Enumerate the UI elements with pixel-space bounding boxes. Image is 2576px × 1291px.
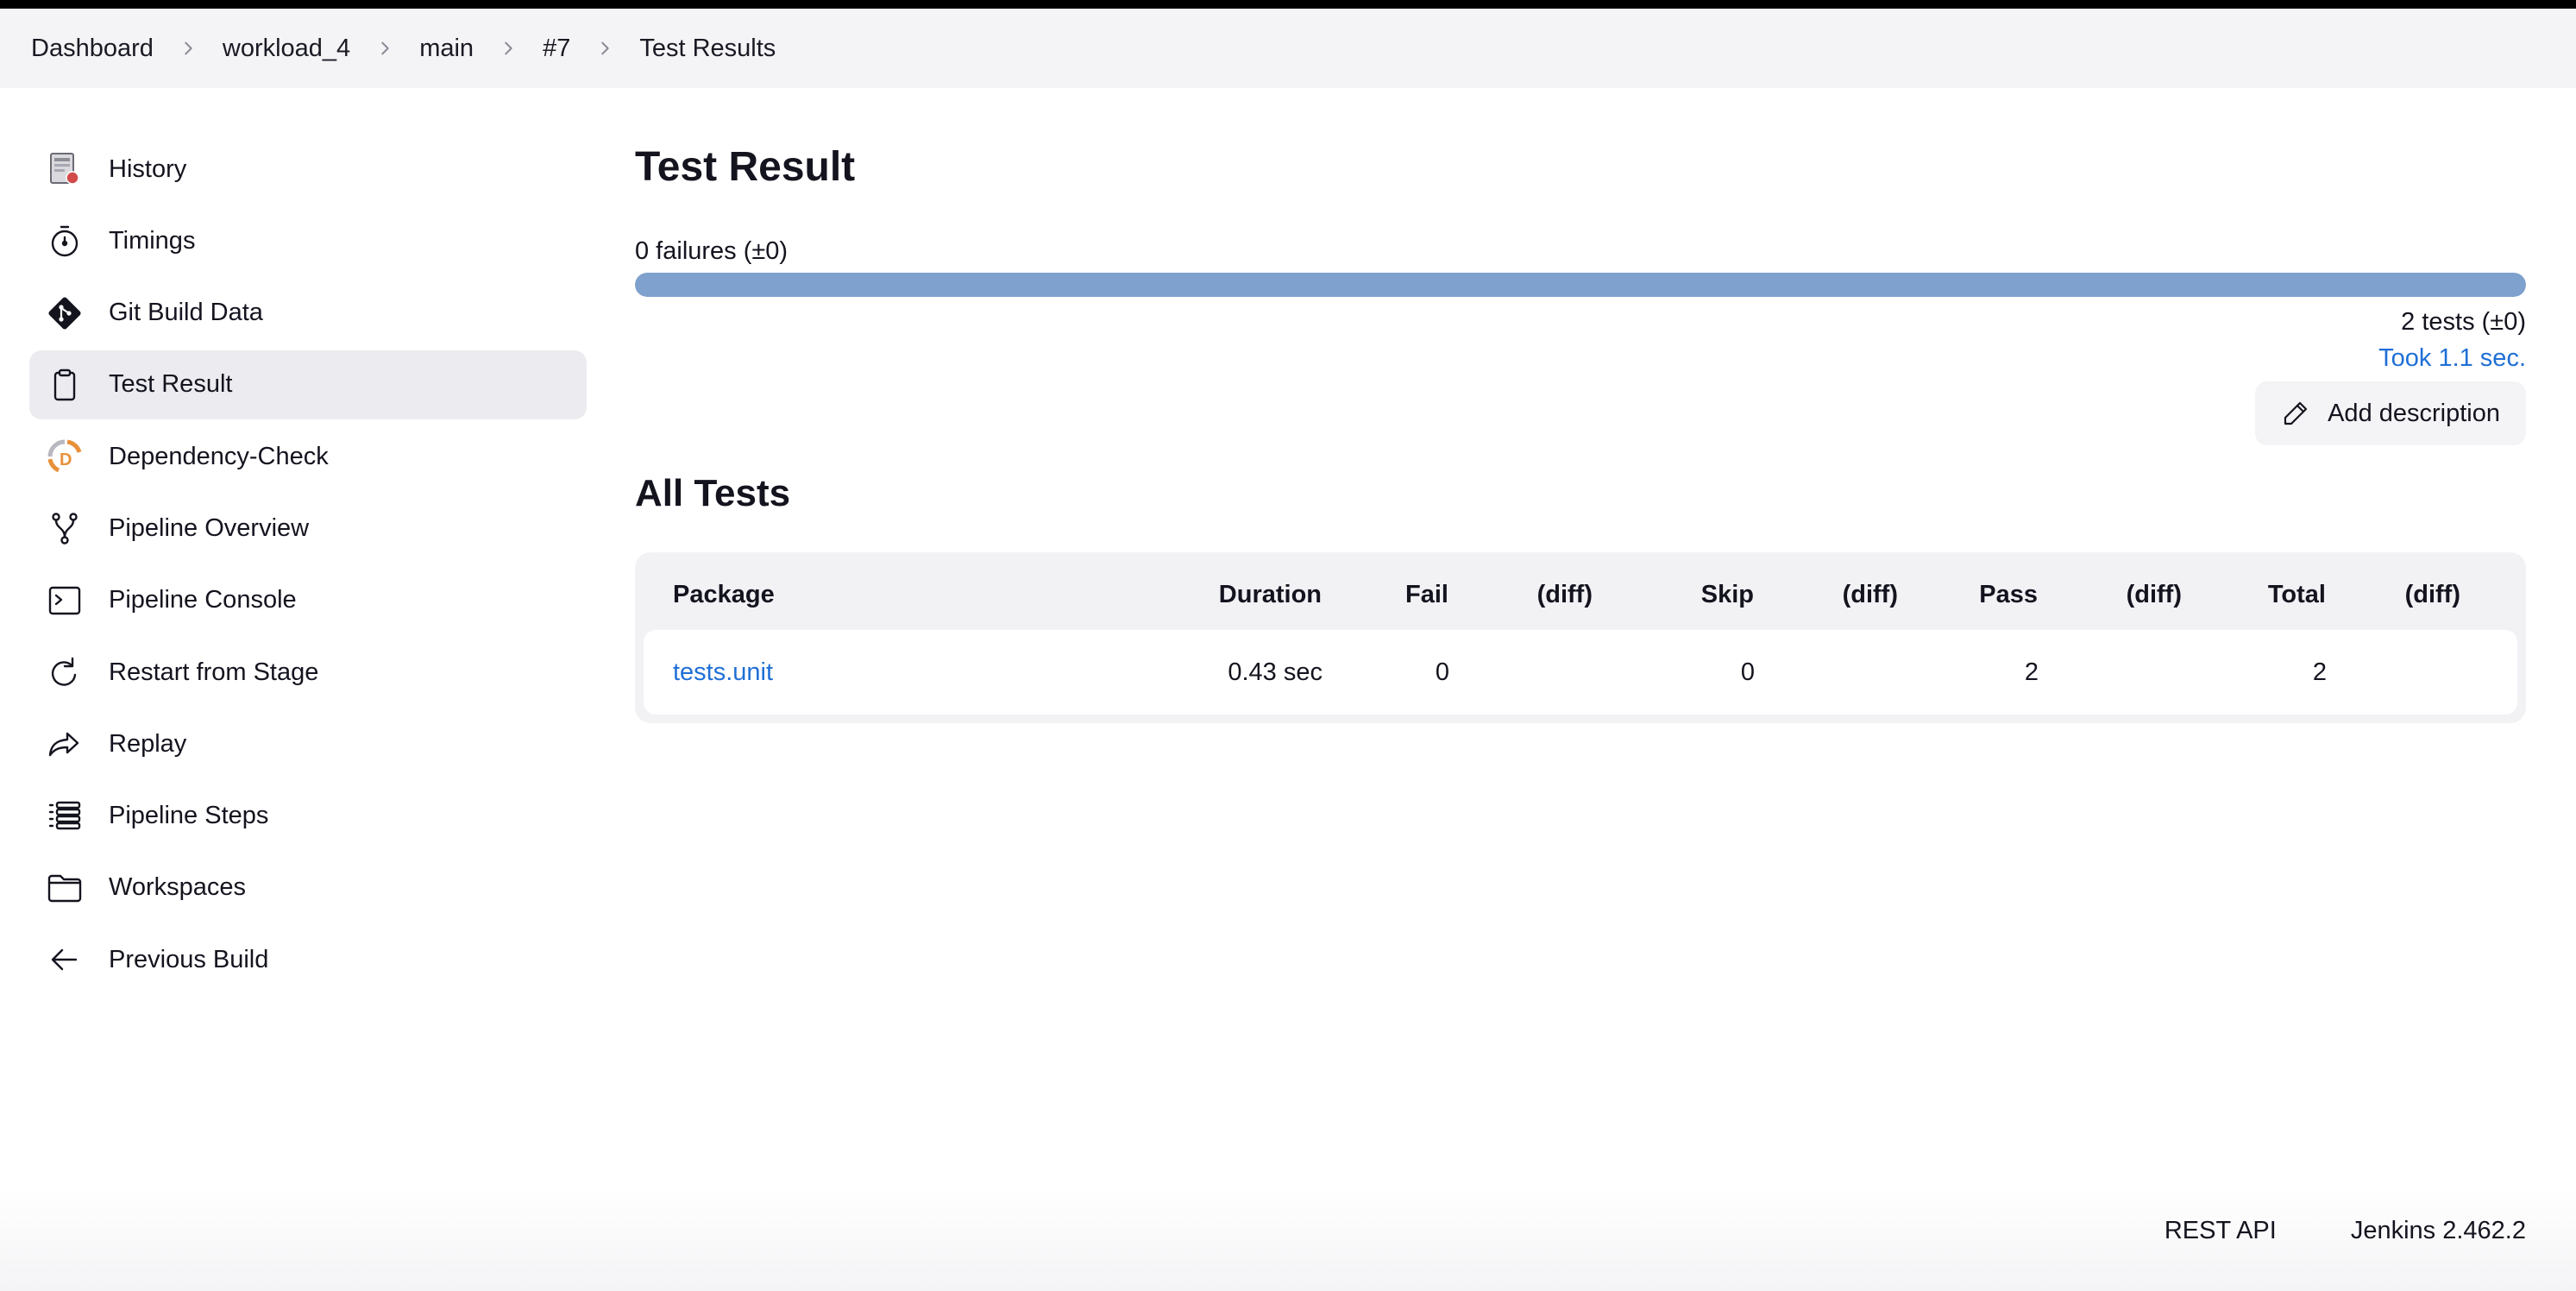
rest-api-link[interactable]: REST API: [2164, 1217, 2277, 1245]
window-top-edge: [0, 0, 2576, 9]
folder-icon: [47, 870, 83, 906]
add-description-label: Add description: [2328, 399, 2500, 427]
test-progress-bar: [635, 273, 2526, 297]
column-header-skip[interactable]: Skip: [1593, 559, 1755, 630]
took-duration-link[interactable]: Took 1.1 sec.: [635, 343, 2526, 373]
column-header-total[interactable]: Total: [2183, 559, 2327, 630]
test-results-table: Package Duration Fail (diff) Skip (diff)…: [644, 559, 2517, 715]
sidebar-item-timings[interactable]: Timings: [29, 206, 587, 275]
fail-diff-cell: [1449, 630, 1593, 715]
breadcrumb-dashboard[interactable]: Dashboard: [31, 35, 154, 63]
sidebar-item-label: Dependency-Check: [109, 442, 329, 470]
duration-cell: 0.43 sec: [1191, 630, 1323, 715]
dependency-check-icon: D: [47, 438, 83, 475]
pipeline-branch-icon: [47, 510, 83, 546]
sidebar-item-label: Pipeline Console: [109, 586, 297, 614]
skip-cell: 0: [1593, 630, 1755, 715]
replay-icon: [47, 726, 83, 762]
add-description-button[interactable]: Add description: [2255, 381, 2526, 445]
page-footer: REST API Jenkins 2.462.2: [2164, 1217, 2526, 1245]
history-icon: [47, 151, 83, 187]
timer-icon: [47, 223, 83, 259]
clipboard-icon: [47, 367, 83, 403]
list-icon: [47, 798, 83, 834]
column-header-fail[interactable]: Fail: [1323, 559, 1449, 630]
sidebar-item-label: Replay: [109, 729, 187, 758]
breadcrumb: Dashboard workload_4 main #7 Test Result…: [0, 9, 2576, 88]
chevron-right-icon: [586, 39, 624, 58]
pass-diff-cell: [2039, 630, 2183, 715]
package-link[interactable]: tests.unit: [673, 658, 773, 686]
sidebar-item-label: Git Build Data: [109, 299, 263, 327]
arrow-left-icon: [47, 941, 83, 978]
column-header-skip-diff[interactable]: (diff): [1755, 559, 1899, 630]
sidebar-item-restart-from-stage[interactable]: Restart from Stage: [29, 638, 587, 707]
main-content: Test Result 0 failures (±0) 2 tests (±0)…: [635, 129, 2526, 723]
svg-text:D: D: [60, 450, 72, 469]
tests-count: 2 tests (±0): [2401, 308, 2526, 336]
chevron-right-icon: [489, 39, 527, 58]
sidebar-item-git-build-data[interactable]: Git Build Data: [29, 279, 587, 348]
sidebar-item-pipeline-steps[interactable]: Pipeline Steps: [29, 782, 587, 851]
sidebar-item-label: Previous Build: [109, 945, 269, 973]
sidebar-item-label: Test Result: [109, 370, 233, 399]
page-title: Test Result: [635, 144, 856, 190]
sidebar-item-dependency-check[interactable]: D Dependency-Check: [29, 422, 587, 491]
sidebar-item-label: Workspaces: [109, 873, 247, 902]
total-cell: 2: [2183, 630, 2327, 715]
column-header-fail-diff[interactable]: (diff): [1449, 559, 1593, 630]
column-header-package[interactable]: Package: [644, 559, 1191, 630]
breadcrumb-workload[interactable]: workload_4: [223, 35, 350, 63]
breadcrumb-test-results[interactable]: Test Results: [639, 35, 776, 63]
all-tests-title: All Tests: [635, 472, 791, 514]
chevron-right-icon: [169, 39, 207, 58]
sidebar-item-history[interactable]: History: [29, 135, 587, 204]
jenkins-version-link[interactable]: Jenkins 2.462.2: [2351, 1217, 2526, 1245]
sidebar-item-pipeline-console[interactable]: Pipeline Console: [29, 566, 587, 635]
git-icon: [47, 295, 83, 331]
sidebar-item-label: Timings: [109, 226, 196, 255]
total-diff-cell: [2327, 630, 2517, 715]
sidebar-item-workspaces[interactable]: Workspaces: [29, 853, 587, 923]
sidebar-item-label: Pipeline Overview: [109, 513, 310, 542]
terminal-icon: [47, 583, 83, 619]
sidebar-item-previous-build[interactable]: Previous Build: [29, 925, 587, 994]
fail-cell: 0: [1323, 630, 1449, 715]
chevron-right-icon: [366, 39, 404, 58]
sidebar-item-label: History: [109, 154, 187, 183]
sidebar-item-pipeline-overview[interactable]: Pipeline Overview: [29, 494, 587, 563]
table-row: tests.unit 0.43 sec 0 0 2 2: [644, 630, 2517, 715]
breadcrumb-build[interactable]: #7: [543, 35, 570, 63]
column-header-pass-diff[interactable]: (diff): [2039, 559, 2183, 630]
column-header-total-diff[interactable]: (diff): [2327, 559, 2517, 630]
sidebar-item-label: Pipeline Steps: [109, 802, 269, 830]
breadcrumb-branch[interactable]: main: [419, 35, 474, 63]
restart-icon: [47, 654, 83, 690]
failures-summary: 0 failures (±0): [635, 237, 789, 265]
pencil-icon: [2284, 401, 2308, 425]
test-results-table-container: Package Duration Fail (diff) Skip (diff)…: [635, 552, 2526, 723]
column-header-duration[interactable]: Duration: [1191, 559, 1323, 630]
test-progress-pass-fill: [635, 273, 2526, 297]
sidebar-item-replay[interactable]: Replay: [29, 709, 587, 778]
pass-cell: 2: [1899, 630, 2039, 715]
skip-diff-cell: [1755, 630, 1899, 715]
sidebar-item-label: Restart from Stage: [109, 658, 319, 686]
column-header-pass[interactable]: Pass: [1899, 559, 2039, 630]
package-cell: tests.unit: [644, 630, 1191, 715]
sidebar: History Timings Git Build Data Test Resu…: [29, 135, 587, 998]
sidebar-item-test-result[interactable]: Test Result: [29, 350, 587, 419]
